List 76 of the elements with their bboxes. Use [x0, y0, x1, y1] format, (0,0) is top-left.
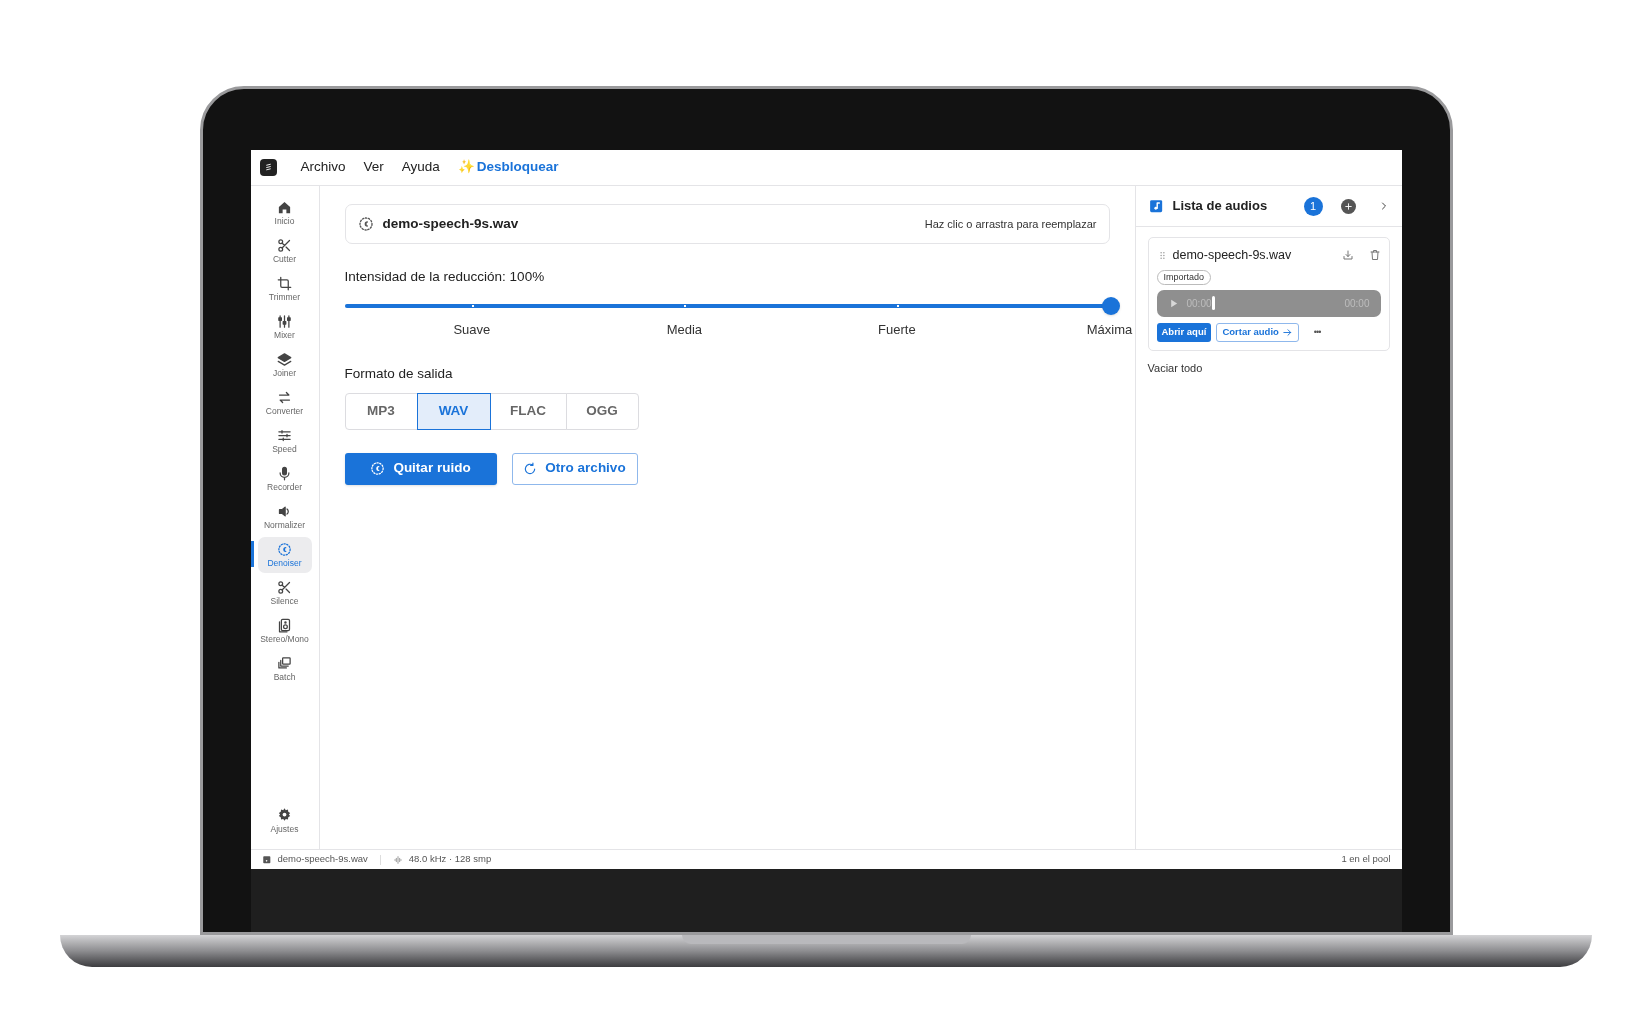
home-icon — [277, 200, 292, 215]
music-library-icon — [1147, 197, 1165, 215]
active-indicator — [250, 541, 254, 567]
sliders-icon — [277, 314, 292, 329]
slider-mark-label: Fuerte — [878, 321, 916, 340]
clear-all-button[interactable]: Vaciar todo — [1147, 359, 1203, 377]
strength-slider[interactable] — [344, 297, 1120, 316]
other-file-button[interactable]: Otro archivo — [511, 452, 638, 485]
format-option[interactable]: MP3 — [344, 392, 418, 430]
replace-hint: Haz clic o arrastra para reemplazar — [924, 216, 1097, 232]
swap-arrows-icon — [277, 390, 292, 405]
menu-item[interactable]: Ayuda — [401, 157, 440, 178]
more-button[interactable]: ••• — [1313, 325, 1321, 339]
sidebar-item[interactable]: Normalizer — [257, 499, 312, 535]
sidebar-item[interactable]: Cutter — [257, 233, 312, 269]
tune-icon — [277, 428, 292, 443]
arrow-right-icon — [1281, 326, 1293, 338]
microphone-icon — [277, 466, 292, 481]
slider-mark-label: Media — [666, 321, 703, 340]
slider-thumb[interactable] — [1101, 297, 1120, 316]
menu-item[interactable]: Archivo — [300, 157, 346, 178]
unlock-link[interactable]: ✨Desbloquear — [457, 157, 559, 178]
download-icon — [1341, 249, 1354, 262]
format-option[interactable]: WAV — [416, 392, 491, 430]
layers-icon — [277, 352, 292, 367]
status-pool: 1 en el pool — [1341, 852, 1391, 867]
strength-label: Intensidad de la reducción: 100% — [344, 268, 546, 286]
file-name: demo-speech-9s.wav — [382, 214, 519, 233]
sidebar-item[interactable]: Recorder — [257, 461, 312, 497]
sidebar-item[interactable]: Trimmer — [257, 271, 312, 307]
count-badge: 1 — [1303, 196, 1323, 216]
sidebar-item[interactable]: Joiner — [257, 347, 312, 383]
scissors-icon — [277, 580, 292, 595]
sidebar-item[interactable]: Mixer — [257, 309, 312, 345]
denoise-icon — [277, 542, 292, 557]
remove-noise-button[interactable]: Quitar ruido — [344, 452, 497, 485]
plus-icon — [1342, 200, 1354, 212]
denoise-icon — [370, 461, 386, 476]
status-format: 48.0 kHz · 128 smp — [408, 852, 492, 867]
trash-icon — [1368, 249, 1381, 262]
scissors-icon — [277, 238, 292, 253]
music-library-icon — [261, 854, 272, 865]
settings-icon — [277, 806, 292, 822]
file-drop-zone[interactable]: demo-speech-9s.wav Haz clic o arrastra para reemplazar — [344, 204, 1110, 244]
audio-file-name: demo-speech-9s.wav — [1172, 247, 1292, 264]
format-label: Formato de salida — [344, 365, 454, 384]
cut-audio-button[interactable]: Cortar audio — [1216, 322, 1299, 342]
open-here-button[interactable]: Abrir aquí — [1156, 322, 1212, 342]
waveform-icon — [392, 854, 403, 865]
format-option[interactable]: FLAC — [489, 392, 567, 430]
sidebar-item[interactable]: Silence — [257, 575, 312, 611]
delete-button[interactable] — [1368, 249, 1381, 262]
slider-mark-label: Suave — [453, 321, 491, 340]
menu-item[interactable]: Ver — [363, 157, 384, 178]
app-logo-icon — [259, 159, 277, 176]
sidebar-item[interactable]: Stereo/Mono — [257, 613, 312, 649]
settings-button[interactable]: Ajustes — [257, 803, 312, 839]
sidebar-item[interactable]: Denoiser — [257, 537, 312, 573]
crop-icon — [277, 276, 292, 291]
playhead[interactable] — [1211, 296, 1215, 311]
add-button[interactable] — [1340, 198, 1356, 214]
sidebar-item[interactable]: Converter — [257, 385, 312, 421]
slider-mark-label: Máxima — [1086, 321, 1133, 340]
denoise-icon — [357, 216, 374, 232]
stacked-windows-icon — [277, 656, 292, 671]
format-option[interactable]: OGG — [565, 392, 639, 430]
refresh-icon — [523, 461, 538, 476]
sidebar-item[interactable]: Inicio — [257, 195, 312, 231]
speaker-icon — [277, 504, 292, 519]
download-button[interactable] — [1341, 249, 1354, 262]
speaker-box-icon — [277, 618, 292, 633]
panel-title: Lista de audios — [1172, 197, 1268, 216]
status-file: demo-speech-9s.wav — [277, 852, 368, 867]
sparkles-icon: ✨ — [457, 157, 475, 178]
sidebar-item[interactable]: Speed — [257, 423, 312, 459]
sidebar-item[interactable]: Batch — [257, 651, 312, 687]
